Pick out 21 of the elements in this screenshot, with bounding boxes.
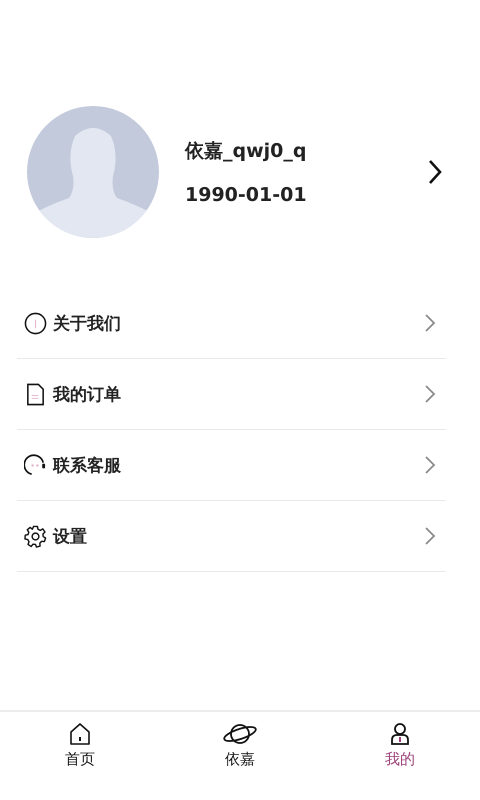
document-icon (24, 382, 47, 406)
birthday: 1990-01-01 (185, 184, 308, 206)
tab[interactable]: 首页 (0, 712, 160, 800)
home-icon (68, 722, 92, 746)
tab[interactable]: 我的 (320, 712, 480, 800)
menu-item[interactable]: 关于我们 (17, 288, 446, 359)
planet-icon (222, 722, 258, 746)
tab[interactable]: 依嘉 (160, 712, 320, 800)
chevron-right-icon (424, 455, 436, 475)
user-name: 依嘉_qwj0_q (185, 139, 308, 164)
chevron-right-icon (424, 526, 436, 546)
chevron-right-icon[interactable] (428, 159, 442, 185)
chevron-right-icon (424, 313, 436, 333)
menu-item[interactable]: 我的订单 (17, 359, 446, 430)
info-icon (24, 312, 47, 334)
settings-icon (24, 524, 47, 548)
headset-icon (24, 454, 47, 476)
chevron-right-icon (424, 384, 436, 404)
menu-item[interactable]: 设置 (17, 501, 446, 572)
menu-item[interactable]: 联系客服 (17, 430, 446, 501)
person-icon (388, 722, 412, 746)
